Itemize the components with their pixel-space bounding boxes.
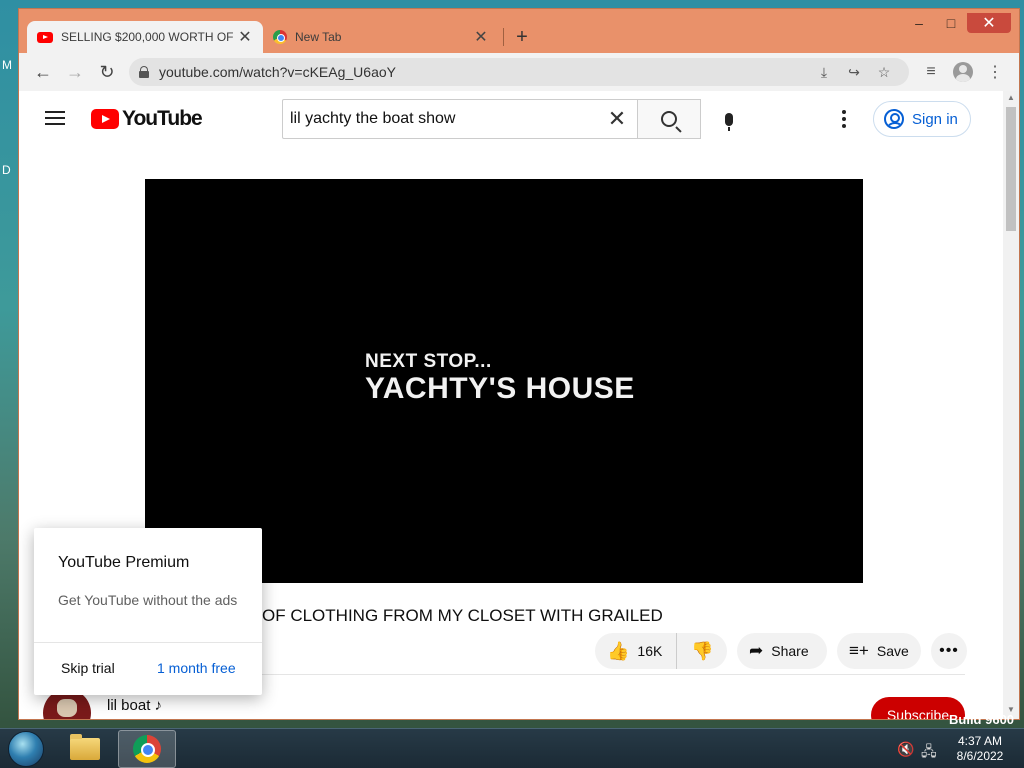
- premium-promo-popup: YouTube Premium Get YouTube without the …: [34, 528, 262, 695]
- dislike-button[interactable]: 👎: [677, 641, 735, 662]
- scrollbar-thumb[interactable]: [1006, 107, 1016, 231]
- more-actions-button[interactable]: •••: [931, 633, 967, 669]
- taskbar-chrome[interactable]: [118, 730, 176, 768]
- media-controls-icon[interactable]: ≡: [915, 58, 947, 86]
- profile-avatar-icon: [953, 62, 973, 82]
- search-icon: [661, 111, 677, 127]
- thumbs-up-icon: 👍: [607, 640, 630, 661]
- share-page-icon[interactable]: ↪: [839, 64, 869, 81]
- channel-name[interactable]: lil boat ♪: [107, 697, 162, 714]
- like-count: 16K: [637, 643, 663, 659]
- share-arrow-icon: ➦: [749, 641, 764, 660]
- divider: [34, 642, 262, 643]
- search-query[interactable]: lil yachty the boat show: [290, 110, 597, 128]
- tab-separator: [503, 28, 504, 46]
- add-to-playlist-icon: ≡+: [849, 641, 869, 660]
- url-text[interactable]: youtube.com/watch?v=cKEAg_U6aoY: [159, 64, 809, 80]
- chrome-favicon-icon: [273, 30, 287, 44]
- share-button[interactable]: ➦ Share: [737, 633, 827, 669]
- youtube-favicon-icon: [37, 31, 53, 43]
- save-button[interactable]: ≡+ Save: [837, 633, 921, 669]
- scroll-up-icon[interactable]: ▲: [1007, 93, 1015, 102]
- network-icon[interactable]: 🖧: [921, 741, 937, 765]
- browser-window: – □ ✕ SELLING $200,000 WORTH OF CL ✕ New…: [18, 8, 1020, 720]
- like-button[interactable]: 👍 16K: [595, 633, 678, 669]
- system-clock[interactable]: 4:37 AM 8/6/2022: [950, 734, 1010, 764]
- clear-search-icon[interactable]: ✕: [597, 106, 637, 132]
- reload-button[interactable]: ↻: [91, 58, 123, 86]
- maximize-button[interactable]: □: [935, 13, 967, 33]
- folder-icon: [70, 734, 100, 760]
- hamburger-menu-icon[interactable]: [45, 111, 65, 125]
- desktop-edge-text: D: [2, 163, 11, 177]
- forward-button[interactable]: →: [59, 58, 91, 86]
- tab-title: SELLING $200,000 WORTH OF CL: [61, 30, 237, 44]
- clock-date: 8/6/2022: [956, 749, 1004, 763]
- lock-icon[interactable]: [139, 66, 149, 78]
- youtube-logo[interactable]: YouTube: [91, 107, 203, 131]
- clock-time: 4:37 AM: [957, 734, 1003, 748]
- share-label: Share: [771, 643, 809, 659]
- desktop-edge-text: M: [2, 58, 12, 72]
- window-controls: – □ ✕: [903, 13, 1011, 33]
- page-viewport: YouTube lil yachty the boat show ✕ Sign …: [19, 91, 1019, 719]
- tab-new-tab[interactable]: New Tab ✕: [263, 21, 499, 53]
- thumbs-down-icon: 👎: [691, 640, 714, 661]
- account-icon: [884, 109, 904, 129]
- start-button[interactable]: [8, 731, 44, 767]
- video-title: OF CLOTHING FROM MY CLOSET WITH GRAILED: [262, 606, 663, 625]
- tab-close-icon[interactable]: ✕: [473, 27, 489, 47]
- tab-strip: SELLING $200,000 WORTH OF CL ✕ New Tab ✕…: [27, 21, 536, 53]
- address-bar[interactable]: youtube.com/watch?v=cKEAg_U6aoY ⤓ ↪ ☆: [129, 58, 909, 86]
- browser-menu-icon[interactable]: ⋮: [979, 58, 1011, 86]
- tab-title: New Tab: [295, 30, 342, 44]
- browser-toolbar: ← → ↻ youtube.com/watch?v=cKEAg_U6aoY ⤓ …: [19, 53, 1019, 91]
- page-scrollbar[interactable]: ▲ ▼: [1003, 91, 1019, 719]
- tab-close-icon[interactable]: ✕: [237, 27, 253, 47]
- chrome-icon: [133, 735, 161, 763]
- search-input[interactable]: lil yachty the boat show ✕: [282, 99, 638, 139]
- sign-in-button[interactable]: Sign in: [873, 101, 971, 137]
- profile-button[interactable]: [947, 58, 979, 86]
- like-dislike-group: 👍 16K 👎: [595, 633, 727, 669]
- search-button[interactable]: [638, 99, 701, 139]
- taskbar-file-explorer[interactable]: [64, 731, 106, 767]
- back-button[interactable]: ←: [27, 58, 59, 86]
- save-label: Save: [876, 643, 909, 659]
- minimize-button[interactable]: –: [903, 13, 935, 33]
- voice-search-button[interactable]: [710, 100, 748, 138]
- skip-trial-button[interactable]: Skip trial: [61, 660, 115, 676]
- youtube-header: YouTube lil yachty the boat show ✕ Sign …: [19, 91, 1003, 147]
- volume-muted-icon[interactable]: 🔇: [897, 741, 914, 758]
- sign-in-label: Sign in: [912, 110, 958, 128]
- premium-title: YouTube Premium: [58, 554, 190, 571]
- free-trial-button[interactable]: 1 month free: [157, 660, 236, 676]
- microphone-icon: [725, 112, 733, 131]
- youtube-logo-text: YouTube: [122, 107, 203, 130]
- windows-build-watermark: Build 9600: [949, 712, 1015, 727]
- tab-youtube-video[interactable]: SELLING $200,000 WORTH OF CL ✕: [27, 21, 263, 53]
- youtube-play-icon: [91, 109, 119, 129]
- install-icon[interactable]: ⤓: [809, 64, 839, 81]
- taskbar: 🔇 🖧 4:37 AM 8/6/2022: [0, 728, 1024, 768]
- premium-description: Get YouTube without the ads: [58, 592, 238, 608]
- bookmark-star-icon[interactable]: ☆: [869, 64, 899, 81]
- settings-more-icon[interactable]: [834, 109, 854, 129]
- video-frame-text-line2: YACHTY'S HOUSE: [365, 372, 635, 405]
- video-player[interactable]: NEXT STOP... YACHTY'S HOUSE: [145, 179, 863, 583]
- video-frame-text-line1: NEXT STOP...: [365, 351, 492, 372]
- new-tab-button[interactable]: +: [508, 23, 536, 51]
- close-window-button[interactable]: ✕: [967, 13, 1011, 33]
